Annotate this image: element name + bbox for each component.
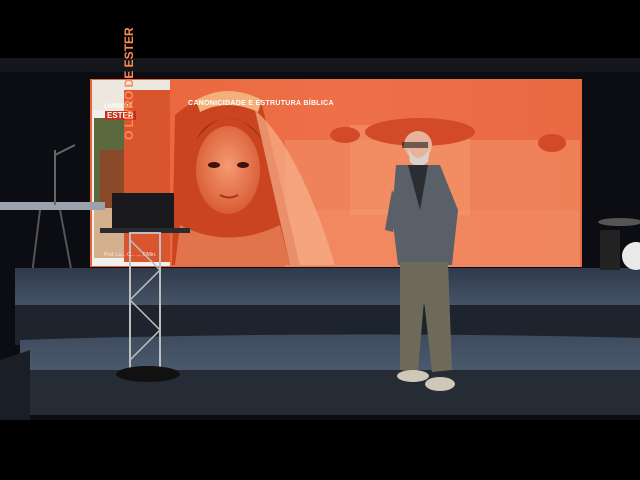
slide-title: CANONICIDADE E ESTRUTURA BÍBLICA <box>188 100 334 107</box>
stage <box>0 268 640 420</box>
book-spine-text: O LIVRO DE ESTER <box>122 27 136 140</box>
church-stage-scene <box>0 0 640 480</box>
author-text: Prof. Lu... C... ..., DMin. <box>104 252 157 258</box>
projection-screen <box>90 79 582 267</box>
